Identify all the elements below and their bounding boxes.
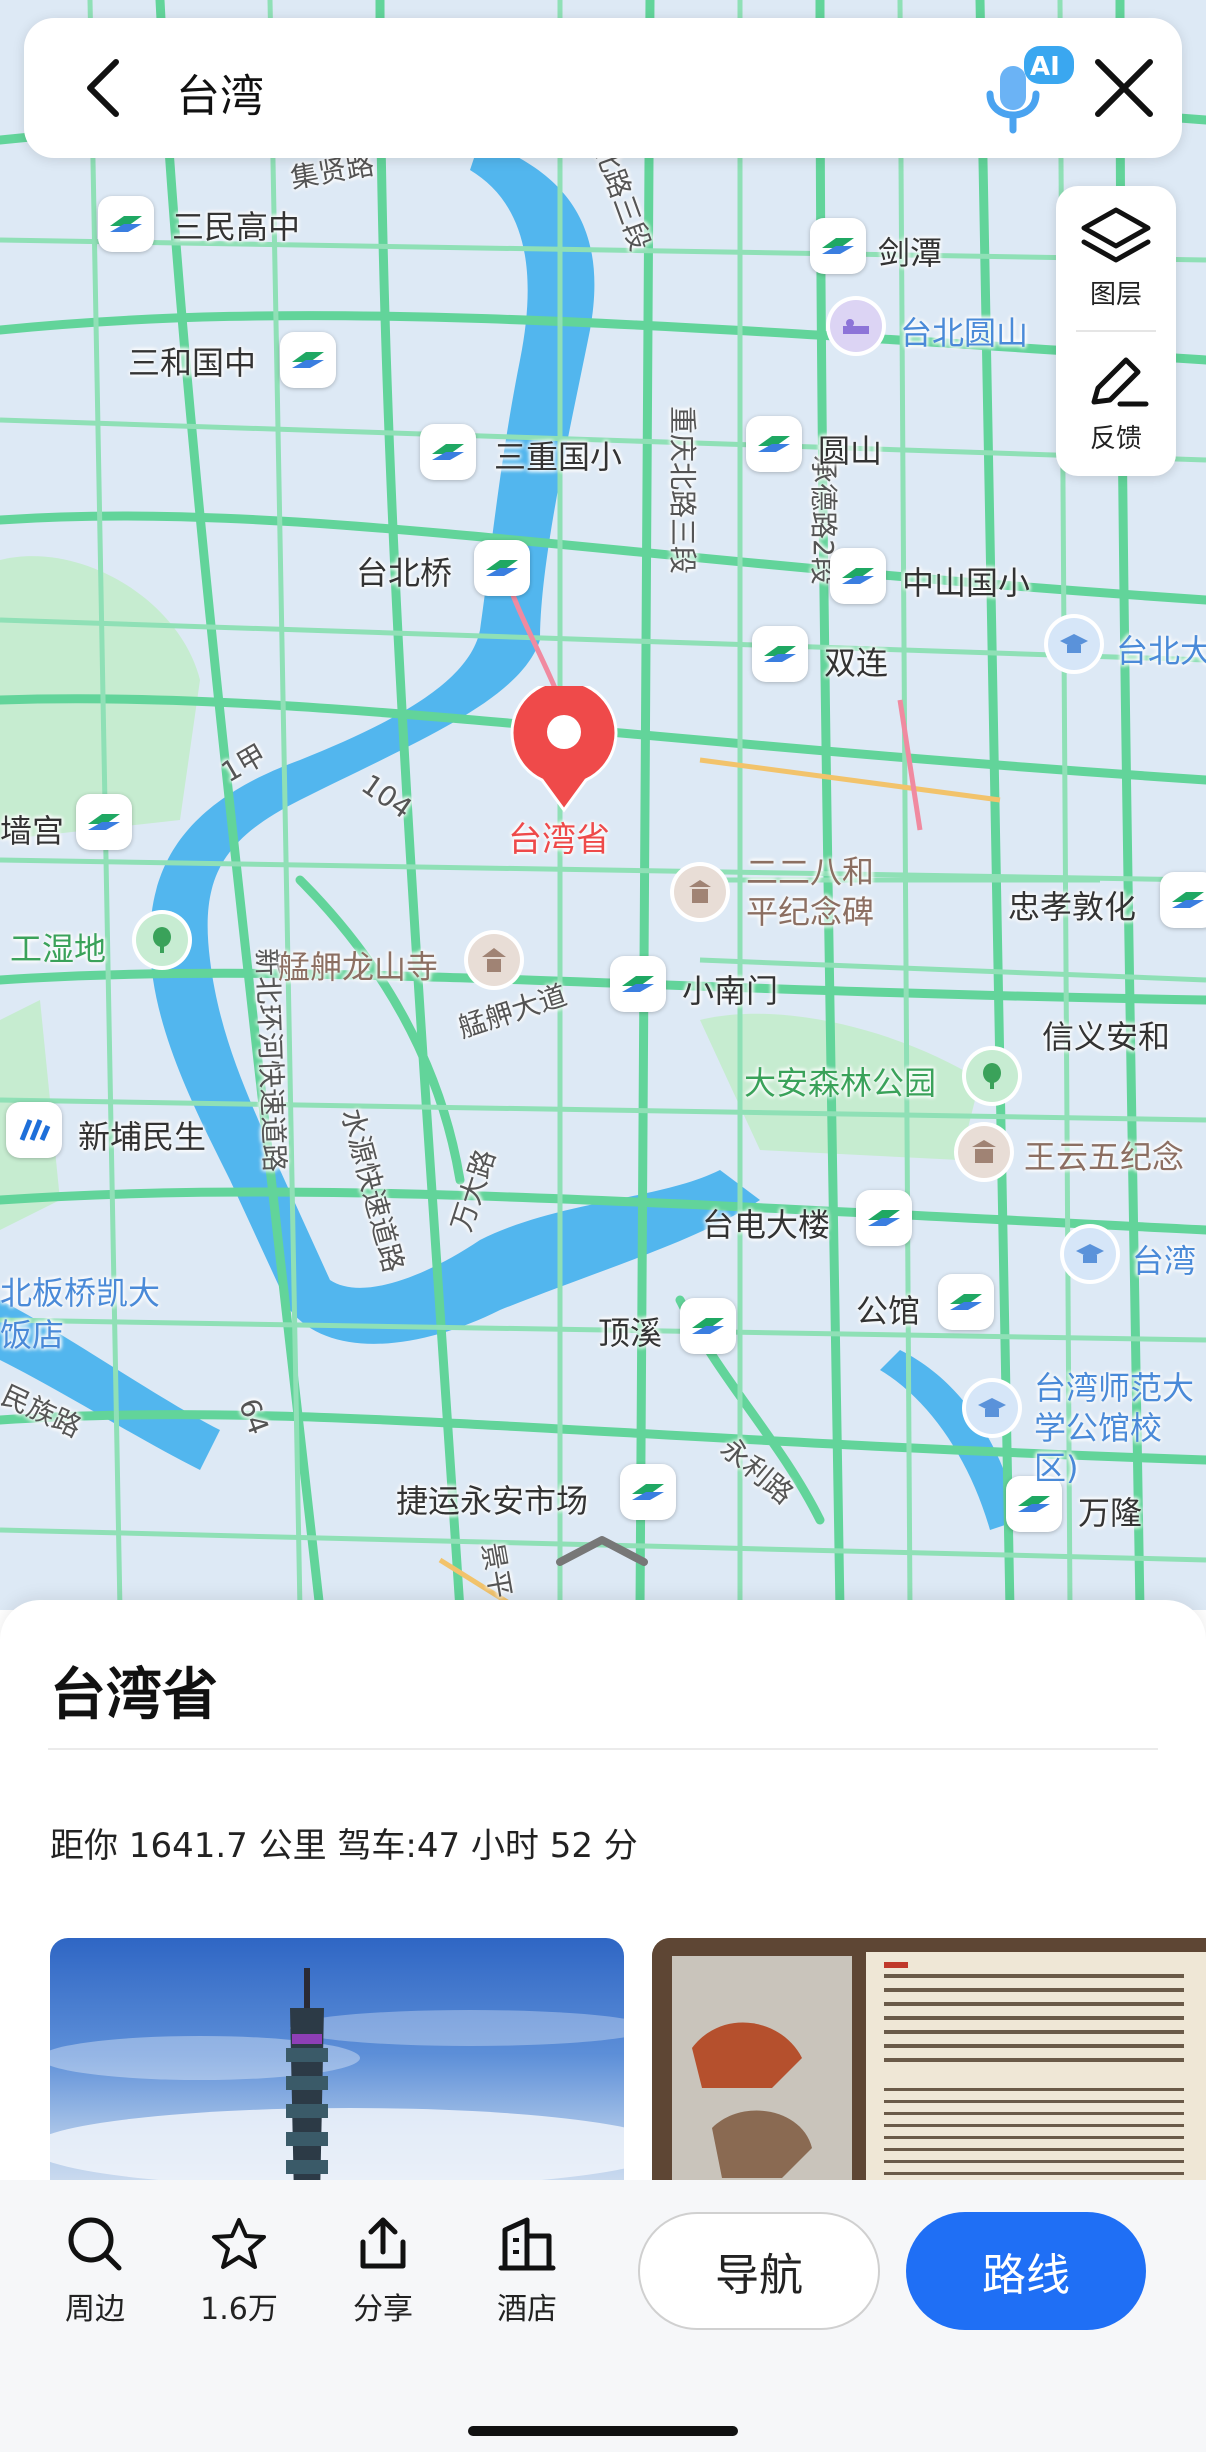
metro-label[interactable]: 圆山 — [818, 426, 882, 472]
poi-label[interactable]: 台湾 — [1132, 1236, 1196, 1282]
metro-label[interactable]: 双连 — [824, 638, 888, 684]
ai-badge: AI — [1030, 52, 1060, 82]
poi-label[interactable]: 王云五纪念 — [1024, 1132, 1184, 1178]
metro-label[interactable]: 剑潭 — [878, 228, 942, 274]
nearby-button[interactable]: 周边 — [40, 2216, 150, 2328]
place-photo[interactable] — [50, 1938, 624, 2198]
metro-label[interactable]: 台北桥 — [356, 548, 452, 594]
metro-icon[interactable] — [856, 1190, 912, 1246]
poi-label[interactable]: 北板桥凯大饭店 — [0, 1272, 160, 1356]
layers-button[interactable]: 图层 — [1056, 206, 1176, 311]
poi-label[interactable]: 台北圆山 — [900, 308, 1028, 354]
museum-exhibit-photo — [652, 1938, 1206, 2198]
park-poi-icon[interactable] — [966, 1050, 1018, 1102]
location-pin-icon[interactable] — [508, 686, 620, 816]
metro-icon[interactable] — [98, 196, 154, 252]
poi-label[interactable]: 大安森林公园 — [744, 1058, 936, 1104]
metro-label[interactable]: 台电大楼 — [702, 1200, 830, 1246]
park-poi-icon[interactable] — [136, 914, 188, 966]
edit-pencil-icon — [1091, 357, 1149, 407]
distance-info: 距你 1641.7 公里 驾车:47 小时 52 分 — [50, 1826, 638, 1866]
share-label: 分享 — [353, 2292, 413, 2327]
metro-icon[interactable] — [474, 540, 530, 596]
favorite-count: 1.6万 — [200, 2292, 278, 2327]
metro-icon[interactable] — [752, 626, 808, 682]
metro-label[interactable]: 新埔民生 — [78, 1112, 206, 1158]
metro-label[interactable]: 顶溪 — [598, 1308, 662, 1354]
layers-icon — [1081, 207, 1151, 263]
metro-label[interactable]: 公馆 — [856, 1286, 920, 1332]
nearby-label: 周边 — [65, 2292, 125, 2327]
route-button[interactable]: 路线 — [906, 2212, 1146, 2330]
star-icon — [212, 2218, 266, 2269]
metro-label[interactable]: 三和国中 — [128, 338, 256, 384]
hotel-label: 酒店 — [497, 2292, 557, 2327]
taipei-101-photo — [50, 1968, 624, 2198]
search-bar[interactable]: 台湾 AI — [24, 18, 1182, 158]
poi-label[interactable]: 二二八和平纪念碑 — [746, 852, 896, 932]
metro-label[interactable]: 捷运永安市场 — [396, 1476, 588, 1522]
chevron-up-icon[interactable] — [552, 1530, 652, 1570]
ai-voice-button[interactable]: AI — [974, 38, 1084, 138]
divider — [1076, 330, 1156, 332]
home-indicator — [468, 2426, 738, 2436]
school-poi-icon[interactable] — [1048, 618, 1100, 670]
metro-icon[interactable] — [280, 332, 336, 388]
navigate-button[interactable]: 导航 — [638, 2212, 880, 2330]
metro-icon[interactable] — [620, 1464, 676, 1520]
hotel-button[interactable]: 酒店 — [472, 2216, 582, 2328]
close-icon[interactable] — [1084, 48, 1164, 128]
memorial-poi-icon[interactable] — [958, 1126, 1010, 1178]
temple-poi-icon[interactable] — [468, 934, 520, 986]
metro-icon[interactable] — [420, 424, 476, 480]
poi-label[interactable]: 台北大 — [1116, 626, 1206, 672]
metro-label[interactable]: 信义安和 — [1042, 1012, 1170, 1058]
metro-label[interactable]: 万隆 — [1078, 1488, 1142, 1534]
metro-label[interactable]: 三重国小 — [494, 432, 622, 478]
road-label: 重庆北路三段 — [666, 405, 700, 575]
metro-icon[interactable] — [810, 218, 866, 274]
search-input[interactable]: 台湾 — [176, 60, 264, 124]
poi-label[interactable]: 台湾师范大学公馆校区) — [1034, 1368, 1206, 1488]
map-side-controls: 图层 反馈 — [1056, 186, 1176, 476]
pin-label[interactable]: 台湾省 — [508, 812, 610, 861]
ai-mic-icon — [986, 46, 1074, 134]
metro-icon[interactable] — [76, 794, 132, 850]
search-icon — [68, 2217, 122, 2271]
school-poi-icon[interactable] — [966, 1382, 1018, 1434]
poi-label[interactable]: 艋舺龙山寺 — [278, 942, 438, 988]
share-icon — [360, 2217, 406, 2269]
school-poi-icon[interactable] — [1064, 1228, 1116, 1280]
metro-icon[interactable] — [746, 416, 802, 472]
metro-icon[interactable] — [830, 548, 886, 604]
metro-icon[interactable] — [6, 1102, 62, 1158]
metro-label[interactable]: 三民高中 — [172, 202, 300, 248]
back-arrow-icon[interactable] — [74, 56, 134, 120]
metro-label[interactable]: 墙宫 — [0, 806, 64, 852]
metro-icon[interactable] — [1160, 872, 1206, 928]
poi-label[interactable]: 工湿地 — [10, 924, 106, 970]
place-title: 台湾省 — [50, 1663, 218, 1728]
hotel-building-icon — [498, 2217, 556, 2271]
metro-label[interactable]: 忠孝敦化 — [1008, 882, 1136, 928]
hotel-poi-icon[interactable] — [830, 300, 882, 352]
metro-icon[interactable] — [938, 1274, 994, 1330]
metro-icon[interactable] — [610, 956, 666, 1012]
bottom-action-bar: 周边 1.6万 分享 酒店 导航 路线 — [0, 2180, 1206, 2452]
place-photo[interactable] — [652, 1938, 1206, 2198]
metro-icon[interactable] — [680, 1298, 736, 1354]
divider — [48, 1748, 1158, 1750]
metro-label[interactable]: 小南门 — [682, 966, 778, 1012]
map-view[interactable]: 环河北路三段 重庆北路三段 承德路2段 艋舺大道 水源快速道路 万大路 新北环河… — [0, 0, 1206, 1610]
favorite-button[interactable]: 1.6万 — [184, 2216, 294, 2328]
feedback-button[interactable]: 反馈 — [1056, 350, 1176, 455]
feedback-label: 反馈 — [1089, 424, 1142, 454]
monument-poi-icon[interactable] — [674, 866, 726, 918]
layers-label: 图层 — [1089, 280, 1142, 310]
metro-label[interactable]: 中山国小 — [902, 558, 1030, 604]
share-button[interactable]: 分享 — [328, 2216, 438, 2328]
